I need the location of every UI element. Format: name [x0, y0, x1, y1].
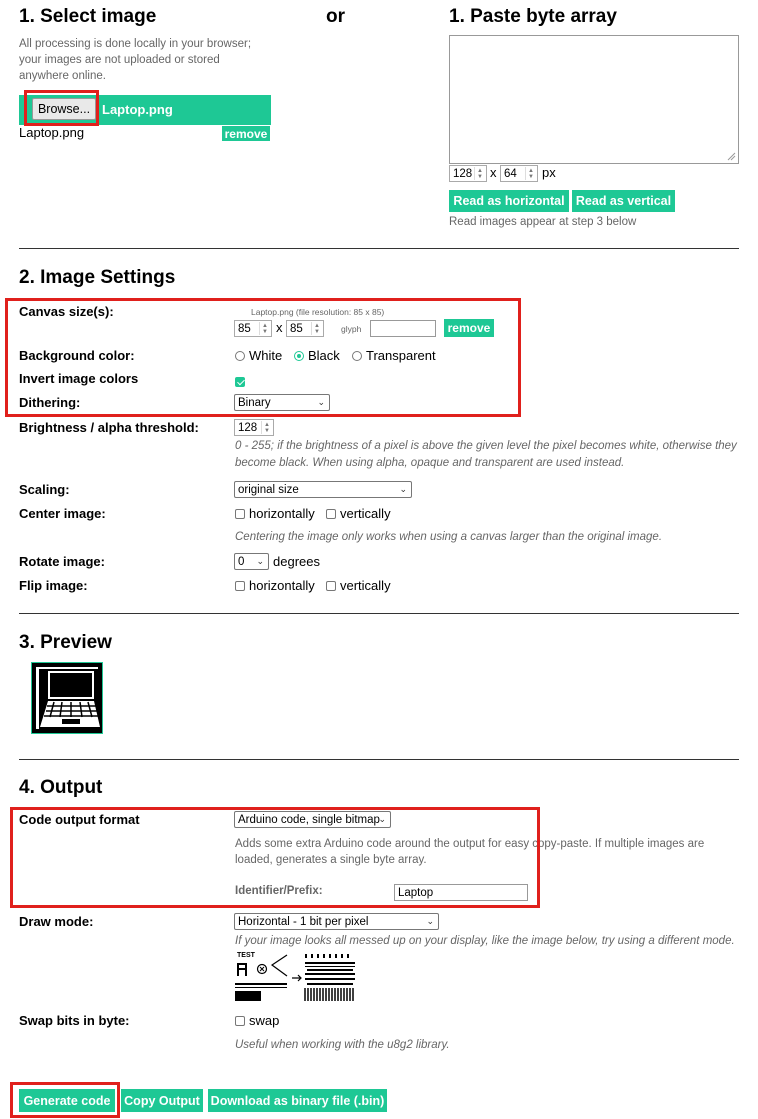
rotate-label: Rotate image: — [19, 554, 105, 569]
draw-mode-sample-icon — [235, 954, 355, 1001]
canvas-settings-highlight — [5, 298, 521, 417]
download-binary-button[interactable]: Download as binary file (.bin) — [208, 1089, 387, 1112]
paste-heading: 1. Paste byte array — [449, 6, 617, 27]
laptop-icon — [32, 663, 102, 733]
center-horizontal-checkbox[interactable] — [235, 508, 245, 519]
resize-handle-icon[interactable] — [727, 152, 736, 161]
paste-height-input[interactable]: 64 ▲ ▼ — [500, 165, 538, 182]
privacy-note: All processing is done locally in your b… — [19, 38, 252, 82]
threshold-note: 0 - 255; if the brightness of a pixel is… — [235, 440, 737, 469]
output-format-highlight — [10, 807, 540, 908]
divider-3 — [19, 759, 739, 760]
divider-1 — [19, 248, 739, 249]
preview-heading: 3. Preview — [19, 632, 112, 653]
swap-checkbox[interactable] — [235, 1015, 245, 1026]
read-vertical-button[interactable]: Read as vertical — [572, 190, 675, 212]
draw-mode-note: If your image looks all messed up on you… — [235, 935, 735, 947]
swap-option[interactable]: swap — [235, 1013, 279, 1028]
flip-vertical-checkbox[interactable] — [326, 580, 336, 591]
read-horizontal-button[interactable]: Read as horizontal — [449, 190, 569, 212]
chevron-down-icon: ⌄ — [426, 916, 434, 926]
center-vertical-option[interactable]: vertically — [326, 506, 391, 521]
paste-x-label: x — [490, 165, 497, 180]
center-horizontal-option[interactable]: horizontally — [235, 506, 315, 521]
copy-output-button[interactable]: Copy Output — [121, 1089, 203, 1112]
chevron-down-icon: ⌄ — [399, 484, 407, 494]
read-images-note: Read images appear at step 3 below — [449, 216, 637, 228]
flip-vertical-option[interactable]: vertically — [326, 578, 391, 593]
generate-highlight — [10, 1082, 120, 1118]
select-image-heading: 1. Select image — [19, 6, 157, 27]
divider-2 — [19, 613, 739, 614]
draw-mode-select[interactable]: Horizontal - 1 bit per pixel ⌄ — [234, 913, 439, 930]
paste-width-input[interactable]: 128 ▲ ▼ — [449, 165, 487, 182]
chosen-file-name: Laptop.png — [102, 102, 173, 117]
center-note: Centering the image only works when usin… — [235, 531, 663, 543]
center-image-label: Center image: — [19, 506, 106, 521]
chevron-down-icon: ⌄ — [256, 556, 264, 566]
swap-note: Useful when working with the u8g2 librar… — [235, 1039, 450, 1051]
scaling-select[interactable]: original size ⌄ — [234, 481, 412, 498]
scaling-label: Scaling: — [19, 482, 70, 497]
browse-highlight — [24, 90, 99, 126]
draw-mode-label: Draw mode: — [19, 914, 94, 929]
flip-label: Flip image: — [19, 578, 88, 593]
flip-horizontal-checkbox[interactable] — [235, 580, 245, 591]
remove-file-button[interactable]: remove — [222, 126, 270, 141]
swap-bits-label: Swap bits in byte: — [19, 1013, 130, 1028]
center-vertical-checkbox[interactable] — [326, 508, 336, 519]
draw-mode-example: TEST — [235, 952, 357, 1002]
flip-horizontal-option[interactable]: horizontally — [235, 578, 315, 593]
rotate-select[interactable]: 0 ⌄ — [234, 553, 269, 570]
threshold-label: Brightness / alpha threshold: — [19, 420, 199, 435]
output-heading: 4. Output — [19, 777, 103, 798]
degrees-label: degrees — [273, 554, 320, 569]
threshold-input[interactable]: 128 ▲ ▼ — [234, 419, 274, 436]
byte-array-textarea[interactable] — [449, 35, 739, 164]
file-name: Laptop.png — [19, 125, 85, 140]
image-settings-heading: 2. Image Settings — [19, 267, 176, 288]
or-label: or — [326, 6, 345, 27]
preview-canvas — [31, 662, 103, 734]
paste-px-label: px — [542, 165, 556, 180]
